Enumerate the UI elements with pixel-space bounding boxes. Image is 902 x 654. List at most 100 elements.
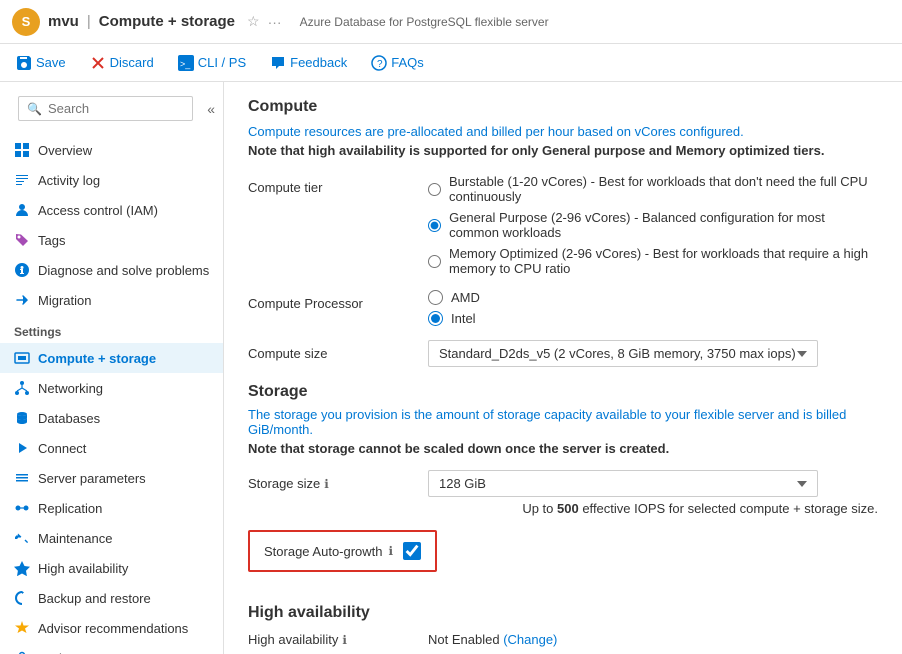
- databases-icon: [14, 410, 30, 426]
- proc-intel-radio[interactable]: [428, 311, 443, 326]
- iam-icon: [14, 202, 30, 218]
- discard-icon: [90, 55, 106, 71]
- save-icon: [16, 55, 32, 71]
- storage-size-select[interactable]: 128 GiB: [428, 470, 818, 497]
- storage-size-row: Storage size ℹ 128 GiB Up to 500 effecti…: [248, 470, 878, 516]
- feedback-icon: [270, 55, 286, 71]
- storage-size-control: 128 GiB Up to 500 effective IOPS for sel…: [428, 470, 878, 516]
- compute-size-select[interactable]: Standard_D2ds_v5 (2 vCores, 8 GiB memory…: [428, 340, 818, 367]
- cli-icon: >_: [178, 55, 194, 71]
- sidebar-item-maintenance[interactable]: Maintenance: [0, 523, 223, 553]
- tier-general-purpose[interactable]: General Purpose (2-96 vCores) - Balanced…: [428, 210, 878, 240]
- compute-section: Compute Compute resources are pre-alloca…: [248, 98, 878, 367]
- sidebar-item-iam[interactable]: Access control (IAM): [0, 195, 223, 225]
- info-icon-ha[interactable]: ℹ: [342, 633, 347, 647]
- discard-button[interactable]: Discard: [86, 51, 158, 75]
- tier-memory-label: Memory Optimized (2-96 vCores) - Best fo…: [449, 246, 878, 276]
- sidebar-item-advisor[interactable]: Advisor recommendations: [0, 613, 223, 643]
- ha-title: High availability: [248, 604, 878, 622]
- sidebar-item-label: Access control (IAM): [38, 203, 158, 218]
- sidebar-item-label: Overview: [38, 143, 92, 158]
- sidebar-item-label: Replication: [38, 501, 102, 516]
- ha-value: Not Enabled (Change): [428, 632, 557, 647]
- backup-icon: [14, 590, 30, 606]
- replication-icon: [14, 500, 30, 516]
- page-title: Compute + storage: [99, 13, 235, 30]
- maintenance-icon: [14, 530, 30, 546]
- subtitle: Azure Database for PostgreSQL flexible s…: [300, 15, 890, 29]
- sidebar-item-databases[interactable]: Databases: [0, 403, 223, 433]
- tier-memory-optimized[interactable]: Memory Optimized (2-96 vCores) - Best fo…: [428, 246, 878, 276]
- sidebar-item-diagnose[interactable]: Diagnose and solve problems: [0, 255, 223, 285]
- sidebar-item-label: Databases: [38, 411, 100, 426]
- compute-size-control: Standard_D2ds_v5 (2 vCores, 8 GiB memory…: [428, 340, 878, 367]
- compute-size-row: Compute size Standard_D2ds_v5 (2 vCores,…: [248, 340, 878, 367]
- star-icon[interactable]: ☆: [247, 13, 260, 30]
- processor-amd[interactable]: AMD: [428, 290, 878, 305]
- compute-title: Compute: [248, 98, 878, 116]
- sidebar-item-tags[interactable]: Tags: [0, 225, 223, 255]
- sidebar-item-replication[interactable]: Replication: [0, 493, 223, 523]
- sidebar-item-backup-restore[interactable]: Backup and restore: [0, 583, 223, 613]
- storage-section: Storage The storage you provision is the…: [248, 383, 878, 588]
- search-input[interactable]: [48, 101, 184, 116]
- compute-desc: Compute resources are pre-allocated and …: [248, 124, 878, 139]
- processor-intel[interactable]: Intel: [428, 311, 878, 326]
- sidebar-item-server-params[interactable]: Server parameters: [0, 463, 223, 493]
- autogrowth-checkbox[interactable]: [403, 542, 421, 560]
- proc-amd-radio[interactable]: [428, 290, 443, 305]
- sidebar-item-label: Backup and restore: [38, 591, 151, 606]
- faqs-icon: ?: [371, 55, 387, 71]
- faqs-button[interactable]: ? FAQs: [367, 51, 428, 75]
- sidebar-item-migration[interactable]: Migration: [0, 285, 223, 315]
- sidebar-item-label: Maintenance: [38, 531, 112, 546]
- collapse-button[interactable]: «: [207, 101, 215, 117]
- tier-burstable[interactable]: Burstable (1-20 vCores) - Best for workl…: [428, 174, 878, 204]
- tier-general-radio[interactable]: [428, 218, 441, 233]
- ha-section: High availability High availability ℹ No…: [248, 604, 878, 647]
- more-icon[interactable]: ···: [268, 14, 282, 30]
- cli-ps-button[interactable]: >_ CLI / PS: [174, 51, 250, 75]
- processor-label: Compute Processor: [248, 290, 428, 311]
- tags-icon: [14, 232, 30, 248]
- search-container: 🔍: [18, 96, 193, 121]
- sidebar-item-label: Server parameters: [38, 471, 146, 486]
- svg-text:>_: >_: [180, 59, 191, 69]
- sidebar-item-compute-storage[interactable]: Compute + storage: [0, 343, 223, 373]
- sidebar-item-overview[interactable]: Overview: [0, 135, 223, 165]
- autogrowth-box: Storage Auto-growth ℹ: [248, 530, 437, 572]
- autogrowth-label: Storage Auto-growth ℹ: [264, 544, 393, 559]
- compute-processor-row: Compute Processor AMD Intel: [248, 290, 878, 326]
- sidebar-item-locks[interactable]: Locks: [0, 643, 223, 654]
- sidebar-item-networking[interactable]: Networking: [0, 373, 223, 403]
- diagnose-icon: [14, 262, 30, 278]
- tier-memory-radio[interactable]: [428, 254, 441, 269]
- sidebar-item-label: Locks: [38, 651, 72, 654]
- settings-section-label: Settings: [0, 315, 223, 343]
- ha-change-link[interactable]: (Change): [503, 632, 557, 647]
- storage-desc: The storage you provision is the amount …: [248, 407, 878, 437]
- info-icon-storage[interactable]: ℹ: [324, 477, 329, 491]
- tier-burstable-label: Burstable (1-20 vCores) - Best for workl…: [449, 174, 878, 204]
- ha-icon: [14, 560, 30, 576]
- locks-icon: [14, 650, 30, 654]
- tier-burstable-radio[interactable]: [428, 182, 441, 197]
- info-icon-autogrowth[interactable]: ℹ: [389, 544, 394, 558]
- params-icon: [14, 470, 30, 486]
- title-sep: |: [87, 13, 91, 30]
- ha-label: High availability ℹ: [248, 632, 428, 647]
- advisor-icon: [14, 620, 30, 636]
- sidebar-item-label: Tags: [38, 233, 65, 248]
- compute-tier-row: Compute tier Burstable (1-20 vCores) - B…: [248, 174, 878, 276]
- sidebar-item-connect[interactable]: Connect: [0, 433, 223, 463]
- sidebar-item-activity-log[interactable]: Activity log: [0, 165, 223, 195]
- feedback-button[interactable]: Feedback: [266, 51, 351, 75]
- storage-note: Note that storage cannot be scaled down …: [248, 441, 878, 456]
- activity-log-icon: [14, 172, 30, 188]
- save-button[interactable]: Save: [12, 51, 70, 75]
- sidebar-item-label: Activity log: [38, 173, 100, 188]
- compute-size-label: Compute size: [248, 340, 428, 361]
- sidebar-item-high-availability[interactable]: High availability: [0, 553, 223, 583]
- migration-icon: [14, 292, 30, 308]
- tier-general-label: General Purpose (2-96 vCores) - Balanced…: [449, 210, 878, 240]
